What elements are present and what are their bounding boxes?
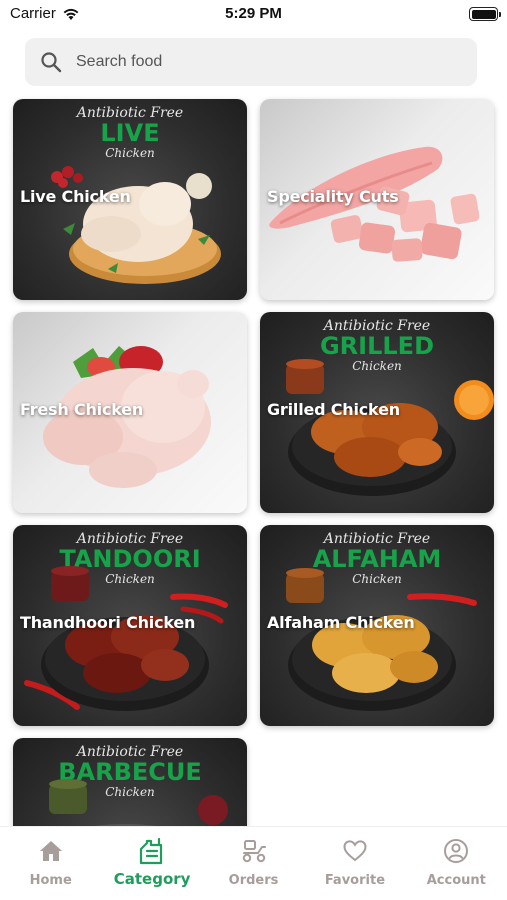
- tab-label: Orders: [228, 873, 279, 888]
- heart-icon: [341, 837, 369, 865]
- banner-sub: Chicken: [105, 785, 155, 799]
- category-card-barbecue-chicken[interactable]: Antibiotic Free BARBECUE Chicken: [13, 738, 247, 826]
- banner-sub: Chicken: [105, 572, 155, 586]
- category-card-live-chicken[interactable]: Antibiotic Free LIVE Chicken Live Chicke…: [13, 99, 247, 300]
- category-label: Thandhoori Chicken: [20, 613, 196, 632]
- tab-label: Home: [29, 873, 72, 888]
- category-card-alfaham-chicken[interactable]: Antibiotic Free ALFAHAM Chicken Alfaham …: [260, 525, 494, 726]
- tab-label: Favorite: [324, 873, 386, 888]
- banner-main: GRILLED: [320, 332, 434, 360]
- banner-sub: Chicken: [105, 146, 155, 160]
- banner-main: LIVE: [100, 119, 159, 147]
- home-icon: [37, 837, 65, 865]
- category-card-fresh-chicken[interactable]: Fresh Chicken: [13, 312, 247, 513]
- category-label: Alfaham Chicken: [267, 613, 415, 632]
- tab-category[interactable]: Category: [101, 827, 202, 900]
- banner-sub: Chicken: [352, 359, 402, 373]
- delivery-scooter-icon: [240, 837, 268, 865]
- category-grid: Antibiotic Free LIVE Chicken Live Chicke…: [0, 0, 507, 826]
- category-icon: [138, 837, 166, 865]
- category-card-grilled-chicken[interactable]: Antibiotic Free GRILLED Chicken Grilled …: [260, 312, 494, 513]
- category-label: Grilled Chicken: [267, 400, 400, 419]
- banner-main: ALFAHAM: [313, 545, 442, 573]
- category-label: Live Chicken: [20, 187, 131, 206]
- tab-account[interactable]: Account: [406, 827, 507, 900]
- tab-label: Category: [113, 870, 191, 888]
- tab-favorite[interactable]: Favorite: [304, 827, 405, 900]
- category-label: Fresh Chicken: [20, 400, 144, 419]
- banner-sub: Chicken: [352, 572, 402, 586]
- bottom-tab-bar: Home Category Orders Favorite Account: [0, 826, 507, 900]
- user-circle-icon: [442, 837, 470, 865]
- tab-home[interactable]: Home: [0, 827, 101, 900]
- barbecue-chicken-image: Antibiotic Free BARBECUE Chicken: [49, 744, 228, 826]
- category-card-thandhoori-chicken[interactable]: Antibiotic Free TANDOORI Chicken Thandho…: [13, 525, 247, 726]
- tab-label: Account: [426, 873, 486, 888]
- category-card-speciality-cuts[interactable]: Speciality Cuts: [260, 99, 494, 300]
- category-label: Speciality Cuts: [267, 187, 399, 206]
- tab-orders[interactable]: Orders: [203, 827, 304, 900]
